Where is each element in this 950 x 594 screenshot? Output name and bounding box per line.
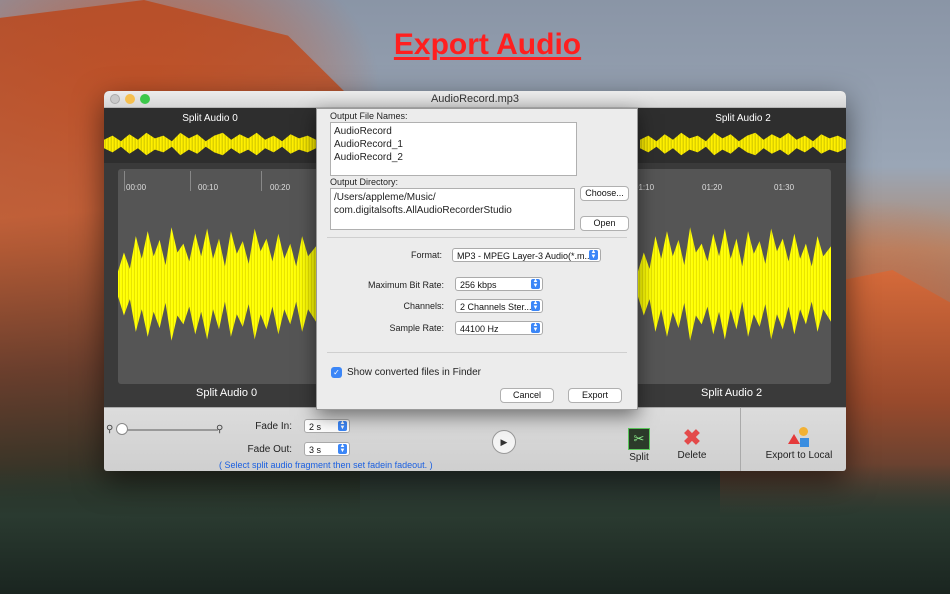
directory-path-line: /Users/appleme/Music/ (334, 192, 436, 203)
split-segment-0[interactable]: Split Audio 0 (104, 108, 316, 163)
export-to-local-label: Export to Local (765, 450, 833, 461)
chevron-updown-icon: ▲ ▼ (531, 278, 540, 289)
bottom-toolbar: ⚲ ⚲ Fade In: 2 s ▲ ▼ Fade Out: 3 s ▲ ▼ ( S… (104, 407, 846, 471)
zoom-button[interactable] (140, 94, 150, 104)
background-valley (0, 464, 950, 594)
split-button[interactable]: ✂ Split (609, 428, 669, 463)
shapes-export-icon (786, 426, 812, 448)
waveform-segment-0 (118, 227, 316, 341)
sample-rate-value: 44100 Hz (460, 324, 499, 334)
segment-label-2: Split Audio 2 (701, 387, 763, 399)
page-headline: Export Audio (393, 28, 582, 61)
channels-select[interactable]: 2 Channels Ster... ▲ ▼ (455, 299, 543, 313)
close-button[interactable] (110, 94, 120, 104)
fade-hint: ( Select split audio fragment then set f… (219, 460, 433, 470)
delete-icon: ✖ (682, 425, 702, 450)
divider (327, 237, 627, 238)
split-label: Split (629, 452, 649, 463)
timeline-tick: 00:00 (126, 183, 147, 192)
export-to-local-button[interactable]: Export to Local (760, 426, 838, 461)
show-in-finder-label: Show converted files in Finder (347, 367, 481, 378)
chevron-updown-icon: ▲ ▼ (531, 322, 540, 333)
fade-out-select[interactable]: 3 s ▲ ▼ (304, 442, 350, 456)
split-segment-2[interactable]: Split Audio 2 (640, 108, 846, 163)
zoom-out-icon[interactable]: ⚲ (106, 424, 113, 435)
play-button[interactable]: ▶ (492, 430, 516, 454)
fade-out-label: Fade Out: (247, 444, 292, 455)
zoom-in-icon[interactable]: ⚲ (216, 424, 223, 435)
format-value: MP3 - MPEG Layer-3 Audio(*.m... (457, 251, 593, 261)
format-select[interactable]: MP3 - MPEG Layer-3 Audio(*.m... ▲ ▼ (452, 248, 601, 262)
open-button[interactable]: Open (580, 216, 629, 231)
fade-in-label: Fade In: (255, 421, 292, 432)
export-sheet: Output File Names: AudioRecord AudioReco… (316, 108, 638, 410)
output-directory-label: Output Directory: (330, 177, 399, 187)
directory-path-line: com.digitalsofts.AllAudioRecorderStudio (334, 205, 512, 216)
fade-in-value: 2 s (309, 422, 322, 432)
output-file-names-list[interactable]: AudioRecord AudioRecord_1 AudioRecord_2 (330, 122, 577, 176)
window-title: AudioRecord.mp3 (430, 93, 520, 105)
chevron-updown-icon: ▲ ▼ (338, 420, 347, 431)
split-segment-label: Split Audio 0 (182, 113, 238, 124)
chevron-updown-icon: ▲ ▼ (338, 443, 347, 454)
toolbar-divider (740, 408, 741, 471)
window-titlebar[interactable]: AudioRecord.mp3 (104, 91, 846, 108)
file-name-item[interactable]: AudioRecord_2 (334, 151, 573, 164)
zoom-slider-track[interactable] (118, 429, 218, 431)
split-segment-label: Split Audio 2 (715, 113, 771, 124)
delete-button[interactable]: ✖ Delete (662, 425, 722, 462)
waveform-segment-2 (638, 227, 831, 341)
format-label: Format: (410, 250, 442, 260)
fade-out-value: 3 s (309, 445, 322, 455)
choose-button[interactable]: Choose... (580, 186, 629, 201)
show-in-finder-checkbox[interactable]: ✓ (331, 367, 342, 378)
segment-label-0: Split Audio 0 (196, 387, 258, 399)
delete-label: Delete (677, 450, 707, 461)
waveform-thumbnail (104, 132, 316, 156)
traffic-lights (110, 94, 150, 104)
output-directory-field[interactable]: /Users/appleme/Music/ com.digitalsofts.A… (330, 188, 575, 230)
export-button[interactable]: Export (568, 388, 622, 403)
chevron-updown-icon: ▲ ▼ (531, 300, 540, 311)
timeline-tick: 00:20 (270, 183, 291, 192)
play-icon: ▶ (500, 437, 508, 447)
file-name-item[interactable]: AudioRecord_1 (334, 138, 573, 151)
max-bit-rate-select[interactable]: 256 kbps ▲ ▼ (455, 277, 543, 291)
timeline-tick: 01:30 (774, 183, 795, 192)
timeline-tick: 01:20 (702, 183, 723, 192)
fade-in-select[interactable]: 2 s ▲ ▼ (304, 419, 350, 433)
sample-rate-select[interactable]: 44100 Hz ▲ ▼ (455, 321, 543, 335)
output-file-names-label: Output File Names: (330, 111, 408, 121)
max-bit-rate-label: Maximum Bit Rate: (367, 280, 444, 290)
divider (327, 352, 627, 353)
waveform-thumbnail (640, 132, 846, 156)
zoom-slider-knob[interactable] (116, 423, 128, 435)
channels-label: Channels: (403, 301, 444, 311)
split-icon: ✂ (628, 428, 650, 450)
channels-value: 2 Channels Ster... (460, 302, 532, 312)
chevron-updown-icon: ▲ ▼ (589, 249, 598, 260)
bit-rate-value: 256 kbps (460, 280, 497, 290)
file-name-item[interactable]: AudioRecord (334, 125, 573, 138)
sample-rate-label: Sample Rate: (389, 323, 444, 333)
cancel-button[interactable]: Cancel (500, 388, 554, 403)
minimize-button[interactable] (125, 94, 135, 104)
timeline-tick: 00:10 (198, 183, 219, 192)
